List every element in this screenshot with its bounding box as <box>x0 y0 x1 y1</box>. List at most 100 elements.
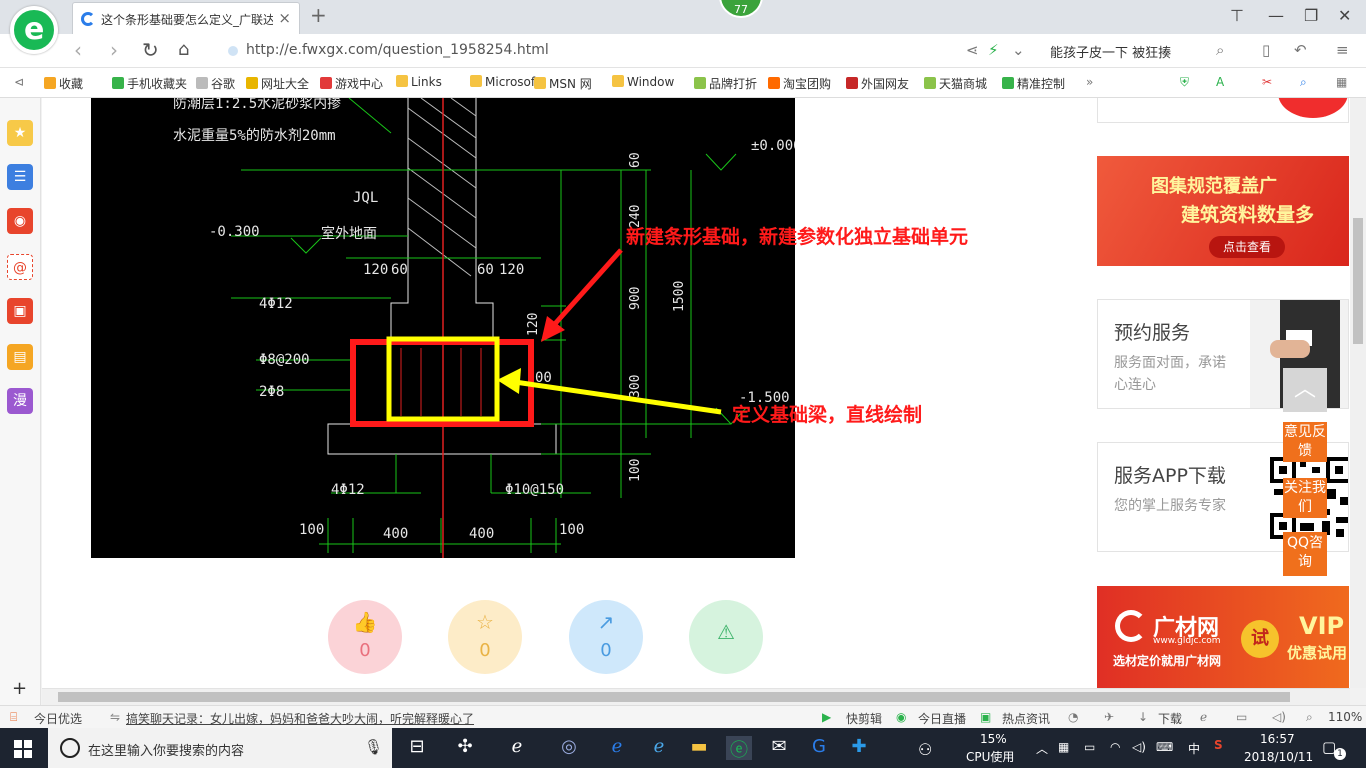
bookmark-item[interactable]: 谷歌 <box>196 75 235 92</box>
volume-icon[interactable]: ◁) <box>1132 740 1146 754</box>
file-explorer-icon[interactable]: ▬ <box>686 736 712 760</box>
lightning-icon[interactable]: ⚡ <box>988 41 999 59</box>
phone-icon[interactable]: ▯ <box>1262 41 1270 59</box>
close-window-button[interactable]: ✕ <box>1338 6 1351 25</box>
add-sidebar-button[interactable]: + <box>12 678 27 699</box>
qq-consult-button[interactable]: QQ咨询 <box>1283 532 1327 576</box>
bookmarks-more[interactable]: » <box>1086 75 1093 89</box>
wifi-icon[interactable]: ◠ <box>1110 740 1120 754</box>
tray-expand-icon[interactable]: ︿ <box>1036 740 1048 757</box>
ie-icon[interactable]: ℯ <box>646 736 672 760</box>
home-icon[interactable]: ⌂ <box>178 39 189 60</box>
tray-app-icon[interactable]: ▦ <box>1058 740 1069 754</box>
site-info-icon[interactable] <box>228 46 238 56</box>
ie-mode-icon[interactable]: ℯ <box>1200 710 1207 724</box>
edge-legacy-icon[interactable]: ℯ <box>504 736 530 760</box>
download-label[interactable]: 下载 <box>1158 710 1182 727</box>
undo-icon[interactable]: ↶ <box>1294 41 1307 59</box>
scissors-icon[interactable]: ✂ <box>1262 75 1272 89</box>
sound-icon[interactable]: ◁) <box>1272 710 1286 724</box>
fan-app-icon[interactable]: ✣ <box>452 736 478 760</box>
clock-date[interactable]: 2018/10/11 <box>1244 750 1313 764</box>
edge-icon[interactable]: ℯ <box>604 736 630 760</box>
top-partial-card[interactable] <box>1097 98 1349 123</box>
gldjc-banner[interactable]: 广材网 www.gldjc.com 选材定价就用广材网 试 VIP 优惠试用 <box>1097 586 1349 688</box>
plus-app-icon[interactable]: ✚ <box>846 736 872 760</box>
bookmark-item[interactable]: 收藏 <box>44 75 83 92</box>
bookmark-item[interactable]: MSN 网 <box>534 75 592 92</box>
atlas-banner-button[interactable]: 点击查看 <box>1209 236 1285 258</box>
people-icon[interactable]: ⚇ <box>918 740 932 759</box>
report-button[interactable]: ⚠ <box>689 600 763 674</box>
magnifier-icon[interactable]: ⌕ <box>1300 75 1307 90</box>
vertical-scroll-thumb[interactable] <box>1353 218 1363 344</box>
forward-icon[interactable]: › <box>110 38 118 62</box>
clock-time[interactable]: 16:57 <box>1260 732 1295 746</box>
favorite-button[interactable]: ☆ 0 <box>448 600 522 674</box>
search-icon[interactable]: ⌕ <box>1216 41 1224 59</box>
horizontal-scroll-thumb[interactable] <box>58 692 1290 702</box>
vertical-scrollbar[interactable] <box>1350 98 1366 688</box>
zoom-level[interactable]: 110% <box>1328 710 1362 724</box>
shield-icon[interactable]: ⛨ <box>1180 75 1189 90</box>
favorites-star-icon[interactable]: ★ <box>7 120 33 146</box>
bookmark-item[interactable]: Microsof <box>470 75 535 89</box>
horizontal-scrollbar[interactable] <box>42 688 1350 705</box>
bookmark-item[interactable]: 网址大全 <box>246 75 309 92</box>
bookmark-item[interactable]: 游戏中心 <box>320 75 383 92</box>
news-icon[interactable]: ☰ <box>7 164 33 190</box>
url-text[interactable]: http://e.fwxgx.com/question_1958254.html <box>246 42 549 58</box>
ime-indicator[interactable]: 中 <box>1188 740 1200 757</box>
pin-icon[interactable]: ⊤ <box>1230 6 1244 25</box>
grid-icon[interactable]: ▦ <box>1336 75 1347 89</box>
bookmark-item[interactable]: 天猫商城 <box>924 75 987 92</box>
news-ticker[interactable]: 搞笑聊天记录：女儿出嫁，妈妈和爸爸大吵大闹，听完解释暖心了 <box>126 710 474 727</box>
manga-icon[interactable]: 漫 <box>7 388 33 414</box>
reload-icon[interactable]: ↻ <box>142 38 159 62</box>
browser-tab[interactable]: 这个条形基础要怎么定义_广联达 × <box>72 2 300 34</box>
atlas-banner[interactable]: 图集规范覆盖广 建筑资料数量多 点击查看 <box>1097 156 1349 266</box>
back-icon[interactable]: ‹ <box>74 38 82 62</box>
window-mode-icon[interactable]: ▭ <box>1236 710 1247 724</box>
book-icon[interactable]: ▤ <box>7 344 33 370</box>
sidebar-toggle-icon[interactable]: ⊲ <box>14 75 24 89</box>
bookmark-item[interactable]: 手机收藏夹 <box>112 75 187 92</box>
new-tab-button[interactable]: + <box>310 3 327 27</box>
hot-news[interactable]: 热点资讯 <box>1002 710 1050 727</box>
task-view-icon[interactable]: ⊟ <box>404 736 430 760</box>
sogou-ime-icon[interactable]: S <box>1214 738 1223 752</box>
today-live[interactable]: 今日直播 <box>918 710 966 727</box>
keyboard-icon[interactable]: ⌨ <box>1156 740 1173 754</box>
dropdown-icon[interactable]: ⌄ <box>1012 41 1025 59</box>
zoom-icon[interactable]: ⌕ <box>1306 710 1313 725</box>
minimize-button[interactable]: — <box>1268 6 1284 25</box>
follow-us-button[interactable]: 关注我们 <box>1283 478 1327 518</box>
menu-icon[interactable]: ≡ <box>1336 41 1349 59</box>
address-bar[interactable]: http://e.fwxgx.com/question_1958254.html <box>222 38 952 64</box>
game-icon[interactable]: ▣ <box>7 298 33 324</box>
windows-start-icon[interactable] <box>14 740 32 758</box>
bookmark-item[interactable]: Links <box>396 75 442 89</box>
score-badge[interactable]: 77 <box>719 0 763 18</box>
today-picks[interactable]: 今日优选 <box>34 710 82 727</box>
mail-icon[interactable]: @ <box>7 254 33 280</box>
weibo-icon[interactable]: ◉ <box>7 208 33 234</box>
like-button[interactable]: 👍 0 <box>328 600 402 674</box>
pin-status-icon[interactable]: ✈ <box>1104 710 1114 724</box>
bookmark-item[interactable]: 品牌打折 <box>694 75 757 92</box>
bookmark-item[interactable]: 精准控制 <box>1002 75 1065 92</box>
hot-search-text[interactable]: 能孩子皮一下 被狂揍 <box>1050 42 1171 61</box>
speed-icon[interactable]: ◔ <box>1068 710 1078 724</box>
battery-icon[interactable]: ▭ <box>1084 740 1095 754</box>
tab-close-icon[interactable]: × <box>278 9 291 27</box>
back-to-top-button[interactable]: ︿ <box>1283 368 1327 412</box>
mail-app-icon[interactable]: ✉ <box>766 736 792 760</box>
glodon-app-icon[interactable]: G <box>806 736 832 760</box>
restore-button[interactable]: ❐ <box>1304 6 1318 25</box>
share-icon[interactable]: ⋖ <box>966 41 979 59</box>
bookmark-item[interactable]: 淘宝团购 <box>768 75 831 92</box>
quick-clip[interactable]: 快剪辑 <box>846 710 882 727</box>
browser-logo[interactable]: e <box>10 6 58 54</box>
translate-icon[interactable]: A <box>1216 75 1224 89</box>
feedback-button[interactable]: 意见反馈 <box>1283 422 1327 462</box>
